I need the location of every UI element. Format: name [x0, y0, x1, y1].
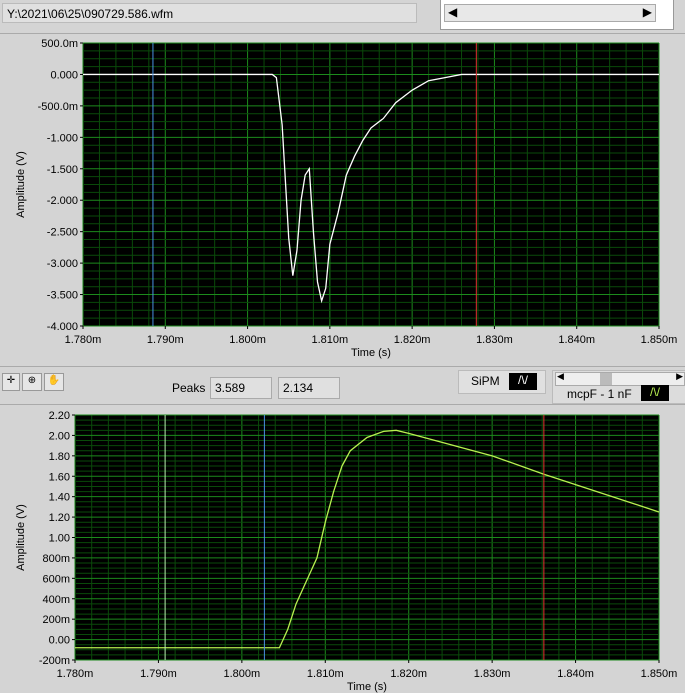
y-tick-label: 2.20 — [49, 410, 70, 422]
x-tick-label: 1.780m — [65, 334, 102, 346]
peak1-value: 3.589 — [215, 381, 246, 395]
plot-legend-panel[interactable]: ◀ ▶ mcpF - 1 nF /\/ — [552, 370, 685, 404]
y-tick-label: 1.60 — [49, 471, 70, 483]
x-tick-label: 1.840m — [557, 668, 594, 680]
x-tick-label: 1.850m — [641, 334, 678, 346]
peaks-label: Peaks — [172, 381, 206, 395]
x-tick-label: 1.780m — [57, 668, 94, 680]
peak2-value: 2.134 — [283, 381, 314, 395]
y-tick-label: -500.0m — [38, 101, 78, 113]
y-tick-label: 1.00 — [49, 533, 70, 545]
y-tick-label: 0.00 — [49, 635, 70, 647]
legend-label: SiPM — [471, 374, 500, 388]
y-tick-label: 400m — [42, 594, 70, 606]
x-tick-label: 1.790m — [140, 668, 177, 680]
x-tick-label: 1.830m — [476, 334, 513, 346]
legend-label: mcpF - 1 nF — [567, 387, 632, 401]
y-tick-label: -2.000 — [47, 195, 78, 207]
y-tick-label: 600m — [42, 573, 70, 585]
zoom-icon[interactable]: ⊕ — [22, 373, 42, 391]
x-tick-label: 1.810m — [312, 334, 349, 346]
y-tick-label: 0.000 — [50, 69, 78, 81]
y-axis-label: Amplitude (V) — [15, 504, 27, 571]
graph-2[interactable]: 2.20 2.00 1.80 1.60 1.40 1.20 1.00 800m 600m 400m… — [0, 405, 685, 693]
y-tick-label: -4.000 — [47, 321, 78, 333]
peak1-field: 3.589 — [210, 377, 272, 399]
horizontal-scrollbar[interactable]: ◀ ▶ — [444, 4, 656, 22]
y-tick-label: 800m — [42, 553, 70, 565]
line-style-icon: /\/ — [641, 385, 669, 401]
graph-1[interactable]: 500.0m 0.000 -500.0m -1.000 -1.500 -2.000 -2.5… — [0, 34, 685, 364]
x-tick-label: 1.800m — [224, 668, 261, 680]
x-tick-label: 1.820m — [390, 668, 427, 680]
y-tick-label: -1.500 — [47, 164, 78, 176]
x-axis-label: Time (s) — [347, 681, 387, 693]
x-tick-label: 1.810m — [307, 668, 344, 680]
y-axis-label: Amplitude (V) — [15, 151, 27, 218]
scroll-right-icon[interactable]: ▶ — [643, 5, 652, 19]
x-axis-label: Time (s) — [351, 347, 391, 359]
y-tick-label: -3.500 — [47, 290, 78, 302]
y-tick-label: 200m — [42, 614, 70, 626]
y-tick-label: 1.20 — [49, 512, 70, 524]
x-tick-label: 1.830m — [474, 668, 511, 680]
x-tick-label: 1.820m — [394, 334, 431, 346]
y-tick-label: 500.0m — [41, 38, 78, 50]
line-style-icon: /\/ — [509, 373, 537, 390]
plot-legend-sipm[interactable]: SiPM /\/ — [458, 370, 546, 394]
scroll-left-icon[interactable]: ◀ — [448, 5, 457, 19]
x-tick-label: 1.850m — [641, 668, 678, 680]
peak2-field: 2.134 — [278, 377, 340, 399]
legend-scrollbar[interactable]: ◀ ▶ — [555, 371, 685, 386]
y-tick-label: -3.000 — [47, 258, 78, 270]
x-tick-label: 1.840m — [558, 334, 595, 346]
pan-hand-icon[interactable]: ✋ — [44, 373, 64, 391]
y-tick-label: -2.500 — [47, 227, 78, 239]
file-path-text: Y:\2021\06\25\090729.586.wfm — [7, 7, 174, 21]
x-tick-label: 1.790m — [147, 334, 184, 346]
y-tick-label: 1.40 — [49, 492, 70, 504]
x-tick-label: 1.800m — [229, 334, 266, 346]
cursor-tool-icon[interactable]: ✛ — [2, 373, 20, 391]
y-tick-label: 1.80 — [49, 451, 70, 463]
y-tick-label: 2.00 — [49, 430, 70, 442]
y-tick-label: -200m — [39, 655, 70, 667]
file-path-field[interactable]: Y:\2021\06\25\090729.586.wfm — [2, 3, 417, 23]
y-tick-label: -1.000 — [47, 132, 78, 144]
